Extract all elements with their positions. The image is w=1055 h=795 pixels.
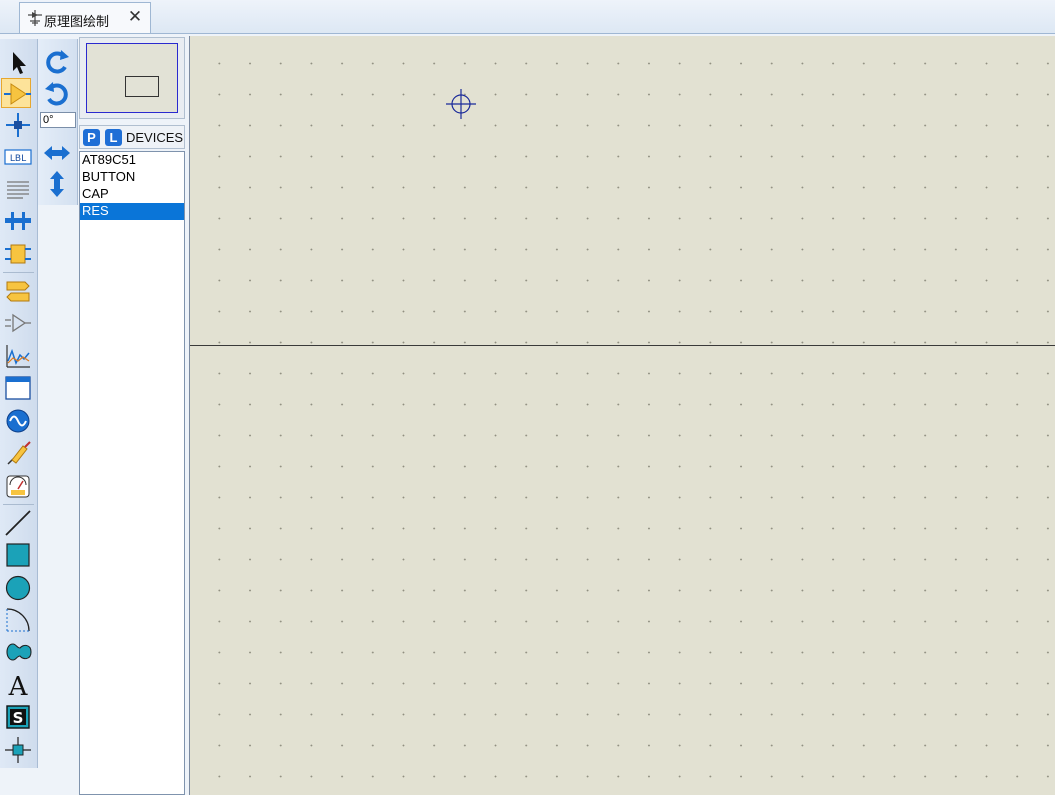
- junction-dot-button[interactable]: [3, 110, 33, 140]
- component-mode-button[interactable]: [1, 78, 31, 108]
- subcircuit-icon: [5, 244, 31, 264]
- schematic-icon: [27, 10, 43, 26]
- mirror-horizontal-button[interactable]: [42, 138, 72, 168]
- 2d-line-button[interactable]: [3, 508, 33, 538]
- toolbar-separator: [3, 272, 34, 273]
- 2d-symbol-button[interactable]: S: [3, 702, 33, 732]
- sheet-border-line: [190, 345, 1055, 346]
- 2d-arc-button[interactable]: [3, 605, 33, 635]
- vertical-arrows-icon: [50, 171, 64, 197]
- device-item[interactable]: AT89C51: [80, 152, 184, 169]
- svg-text:S: S: [13, 709, 24, 727]
- window-icon: [5, 376, 31, 400]
- bus-icon: [5, 212, 31, 230]
- symbol-s-icon: S: [6, 705, 30, 729]
- overview-window[interactable]: [79, 37, 185, 119]
- rotation-angle-field[interactable]: [40, 112, 76, 128]
- sine-generator-icon: [6, 409, 30, 433]
- overview-sheet-frame: [86, 43, 178, 113]
- virtual-instruments-button[interactable]: [3, 471, 33, 501]
- device-pin-icon: [5, 313, 31, 333]
- svg-text:A: A: [8, 672, 29, 700]
- rotate-clockwise-button[interactable]: [42, 47, 72, 77]
- 2d-text-button[interactable]: A: [3, 670, 33, 700]
- schematic-tab[interactable]: 原理图绘制 ✕: [19, 2, 151, 33]
- graph-mode-button[interactable]: [3, 341, 33, 371]
- text-script-icon: [7, 181, 29, 199]
- circle-icon: [5, 575, 31, 601]
- terminals-mode-button[interactable]: [3, 276, 33, 306]
- 2d-markers-button[interactable]: [3, 735, 33, 765]
- marker-icon: [5, 737, 31, 763]
- box-icon: [6, 543, 30, 567]
- horizontal-arrows-icon: [44, 146, 70, 160]
- buses-mode-button[interactable]: [3, 206, 33, 236]
- tab-title: 原理图绘制: [44, 15, 110, 30]
- 2d-circle-button[interactable]: [3, 573, 33, 603]
- pointer-arrow-icon: [13, 52, 26, 74]
- probe-icon: [7, 441, 31, 465]
- toolbar-separator: [3, 504, 34, 505]
- generator-mode-button[interactable]: [3, 406, 33, 436]
- pick-devices-button[interactable]: P: [83, 129, 100, 146]
- path-icon: [6, 643, 32, 661]
- 2d-box-button[interactable]: [3, 540, 33, 570]
- device-item[interactable]: BUTTON: [80, 169, 184, 186]
- device-selector-header: P L DEVICES: [79, 125, 185, 149]
- devices-title: DEVICES: [126, 130, 184, 145]
- line-icon: [5, 510, 31, 536]
- close-tab-icon[interactable]: ✕: [126, 8, 144, 26]
- lbl-icon: LBL: [4, 149, 32, 165]
- graph-icon: [6, 345, 30, 368]
- device-pins-button[interactable]: [3, 308, 33, 338]
- origin-crosshair-icon: [446, 89, 476, 119]
- text-a-icon: A: [8, 672, 29, 700]
- subcircuit-mode-button[interactable]: [3, 239, 33, 269]
- arc-icon: [6, 608, 30, 632]
- overview-view-rect: [125, 76, 159, 97]
- wire-label-button[interactable]: LBL: [3, 142, 33, 172]
- library-manager-button[interactable]: L: [105, 129, 122, 146]
- voltage-probe-button[interactable]: [3, 438, 33, 468]
- mode-toolbar: LBL A S: [0, 39, 38, 768]
- mirror-vertical-button[interactable]: [42, 169, 72, 199]
- selection-mode-button[interactable]: [3, 47, 33, 77]
- text-script-button[interactable]: [3, 174, 33, 204]
- junction-dot-icon: [6, 113, 30, 137]
- meter-icon: [6, 475, 30, 498]
- component-triangle-icon: [4, 83, 31, 105]
- rotate-clockwise-icon: [46, 50, 69, 74]
- document-tab-bar: 原理图绘制 ✕: [0, 0, 1055, 34]
- device-item-selected[interactable]: RES: [80, 203, 184, 220]
- 2d-path-button[interactable]: [3, 637, 33, 667]
- device-item[interactable]: CAP: [80, 186, 184, 203]
- rotate-anticlockwise-icon: [45, 82, 68, 106]
- device-list[interactable]: AT89C51 BUTTON CAP RES: [79, 151, 185, 795]
- svg-text:LBL: LBL: [10, 154, 26, 164]
- schematic-canvas[interactable]: [189, 36, 1055, 795]
- rotate-anticlockwise-button[interactable]: [42, 79, 72, 109]
- tape-recorder-button[interactable]: [3, 373, 33, 403]
- terminal-icon: [6, 281, 30, 302]
